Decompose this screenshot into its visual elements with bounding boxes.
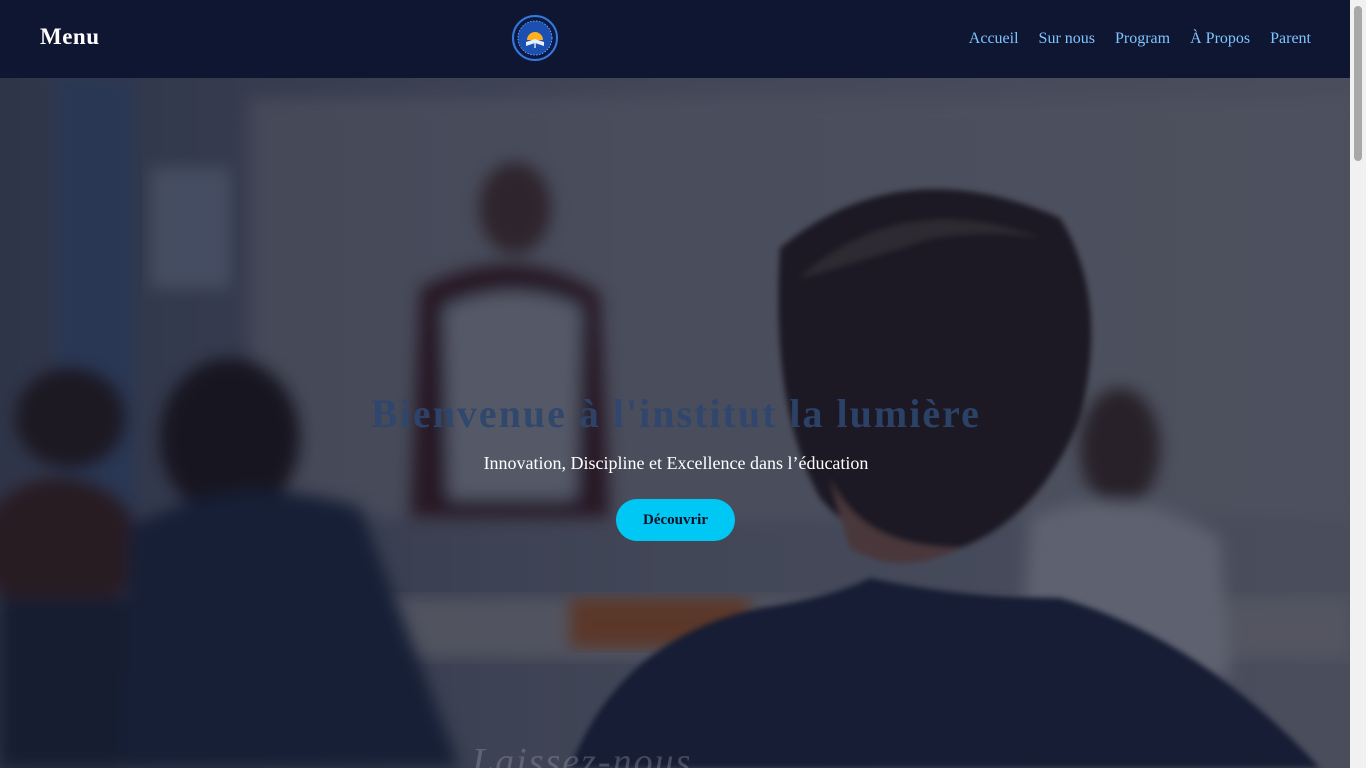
hero-subtitle: Innovation, Discipline et Excellence dan…	[483, 453, 869, 473]
nav-link-parent[interactable]: Parent	[1270, 29, 1311, 49]
hero-section: Bienvenue à l'institut la lumière Innova…	[0, 78, 1350, 768]
nav-links: Accueil Sur nous Program À Propos Parent	[969, 29, 1311, 49]
menu-button[interactable]: Menu	[40, 24, 100, 50]
nav-link-a-propos[interactable]: À Propos	[1190, 29, 1250, 49]
next-section-heading: Laissez-nous	[472, 741, 693, 768]
discover-button[interactable]: Découvrir	[616, 499, 735, 541]
nav-link-sur-nous[interactable]: Sur nous	[1039, 29, 1095, 49]
navbar: Menu Accueil Sur nous Program À Propos P…	[0, 0, 1350, 78]
vertical-scrollbar[interactable]	[1350, 0, 1366, 768]
nav-link-accueil[interactable]: Accueil	[969, 29, 1019, 49]
hero-title: Bienvenue à l'institut la lumière	[371, 391, 981, 436]
school-logo-icon[interactable]	[510, 13, 560, 63]
scrollbar-thumb[interactable]	[1354, 6, 1362, 161]
nav-link-program[interactable]: Program	[1115, 29, 1170, 49]
page: Menu Accueil Sur nous Program À Propos P…	[0, 0, 1366, 768]
